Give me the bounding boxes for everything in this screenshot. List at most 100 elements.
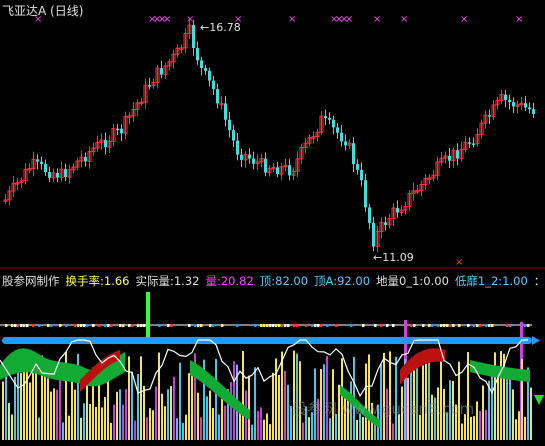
histogram-bar xyxy=(308,417,310,440)
histogram-bar xyxy=(479,411,481,440)
candle-body xyxy=(524,103,527,108)
down-arrow xyxy=(534,395,544,405)
histogram-bar xyxy=(530,387,532,440)
histogram-bar xyxy=(218,414,220,440)
candle-body xyxy=(356,164,359,170)
histogram-bar xyxy=(191,369,193,440)
histogram-bar xyxy=(188,373,190,440)
strip-tick xyxy=(167,324,170,327)
strip-tick xyxy=(284,324,287,327)
histogram-bar xyxy=(374,424,376,440)
histogram-bar xyxy=(146,417,148,440)
histogram-bar xyxy=(254,367,256,440)
histogram-bar xyxy=(143,385,145,440)
histogram-bar xyxy=(470,416,472,440)
strip-tick xyxy=(14,324,17,327)
histogram-bar xyxy=(134,420,136,440)
histogram-bar xyxy=(179,362,181,440)
strip-tick xyxy=(431,324,434,327)
strip-tick xyxy=(443,324,446,327)
strip-tick xyxy=(236,324,239,327)
histogram-bar xyxy=(167,389,169,440)
strip-tick xyxy=(287,324,290,327)
candle-body xyxy=(328,117,331,120)
histogram-bar xyxy=(101,407,103,440)
strip-tick xyxy=(65,324,68,327)
strip-tick xyxy=(326,324,329,327)
strip-tick xyxy=(485,324,488,327)
indicator-value-6: 地量0_1:0.00 xyxy=(376,274,449,288)
histogram-bar xyxy=(23,360,25,440)
strip-tick xyxy=(281,324,284,327)
candle-body xyxy=(236,140,239,155)
histogram-bar xyxy=(275,358,277,440)
candle-body xyxy=(252,158,255,164)
strip-tick xyxy=(314,324,317,327)
candle-body xyxy=(216,89,219,104)
strip-tick xyxy=(20,324,23,327)
candle-body xyxy=(340,132,343,142)
histogram-bar xyxy=(161,393,163,440)
histogram-bar xyxy=(212,408,214,440)
strip-tick xyxy=(11,324,14,327)
histogram-bar xyxy=(53,388,55,440)
low-price-label: ←11.09 xyxy=(373,251,414,264)
histogram-bar xyxy=(302,422,304,440)
strip-tick xyxy=(143,324,146,327)
strip-tick xyxy=(524,324,527,327)
histogram-bar xyxy=(257,410,259,440)
histogram-bar xyxy=(149,408,151,440)
histogram-bar xyxy=(137,374,139,440)
candle-body xyxy=(512,102,515,107)
histogram-bar xyxy=(362,417,364,440)
strip-tick xyxy=(467,324,470,327)
histogram-bar xyxy=(74,389,76,440)
candle-body xyxy=(456,150,459,159)
histogram-bar xyxy=(38,417,40,440)
strip-tick xyxy=(194,324,197,327)
signal-marker: × xyxy=(345,14,353,25)
histogram-bar xyxy=(215,358,217,440)
histogram-bar xyxy=(230,382,232,440)
candle-body xyxy=(200,60,203,69)
strip-tick xyxy=(488,324,491,327)
histogram-bar xyxy=(182,422,184,440)
strip-tick xyxy=(92,324,95,327)
strip-tick xyxy=(413,324,416,327)
histogram-bar xyxy=(278,374,280,440)
strip-tick xyxy=(374,324,377,327)
strip-tick xyxy=(254,324,257,327)
candle-body xyxy=(384,222,387,225)
candle-body xyxy=(472,143,475,145)
indicator-value-1: 换手率:1.66 xyxy=(65,274,130,288)
histogram-bar xyxy=(512,389,514,440)
candle-body xyxy=(364,180,367,208)
strip-tick xyxy=(422,324,425,327)
signal-marker: × xyxy=(455,257,463,268)
histogram-bar xyxy=(251,424,253,440)
candle-body xyxy=(104,140,107,148)
signal-marker: × xyxy=(515,14,523,25)
histogram-bar xyxy=(461,423,463,440)
histogram-bar xyxy=(209,390,211,440)
candle-body xyxy=(84,157,87,162)
watermark: 股参网 www.gucan8.com xyxy=(292,400,475,418)
strip-tick xyxy=(23,324,26,327)
histogram-bar xyxy=(140,356,142,440)
histogram-bar xyxy=(29,382,31,440)
strip-tick xyxy=(5,324,8,327)
strip-tick xyxy=(197,324,200,327)
histogram-bar xyxy=(281,351,283,440)
histogram-bar xyxy=(506,372,508,440)
candle-body xyxy=(332,119,335,128)
histogram-bar xyxy=(176,418,178,440)
histogram-bar xyxy=(86,384,88,440)
histogram-bar xyxy=(248,375,250,440)
histogram-bar xyxy=(356,419,358,440)
indicator-value-5: 顶A:92.00 xyxy=(314,274,371,288)
strip-tick xyxy=(527,324,530,327)
candlestick-series xyxy=(3,18,535,253)
indicator-value-0: 股参网制作 xyxy=(2,274,60,288)
high-price-value: 16.78 xyxy=(209,21,241,34)
histogram-bar xyxy=(206,396,208,440)
